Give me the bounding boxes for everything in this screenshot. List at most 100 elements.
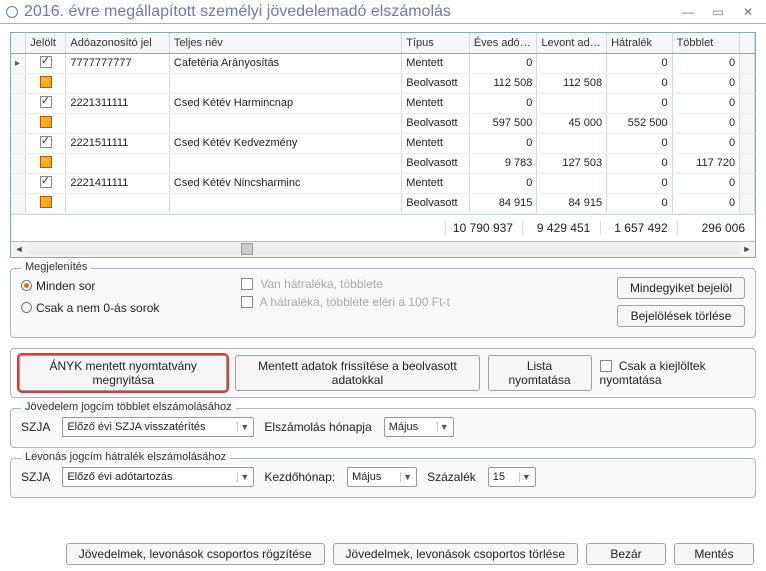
row-pointer [11, 73, 26, 93]
row-end [740, 153, 755, 173]
szja-deduct-select[interactable]: Előző évi adótartozás ▼ [62, 467, 254, 487]
cell-ado [66, 73, 169, 93]
table-row[interactable]: 7777777777Cafetéria ArányosításMentett00… [11, 53, 755, 73]
horizontal-scrollbar[interactable]: ◄ ► [11, 241, 755, 257]
radio-nonzero-label: Csak a nem 0-ás sorok [36, 301, 159, 315]
row-checkbox-cell[interactable] [26, 73, 66, 93]
cell-nev [169, 113, 401, 133]
cell-eves: 597 500 [469, 113, 537, 133]
row-checkbox-cell[interactable] [26, 173, 66, 193]
cell-tob: 0 [672, 53, 740, 73]
chevron-down-icon: ▼ [237, 472, 251, 482]
only-selected-checkbox[interactable]: Csak a kiejlöltek nyomtatása [600, 359, 747, 387]
start-month-select[interactable]: Május ▼ [347, 467, 417, 487]
radio-all-label: Minden sor [36, 279, 95, 293]
table-row[interactable]: 2221511111Csed Kétév KedvezményMentett00… [11, 133, 755, 153]
checkbox-icon [600, 360, 612, 372]
table-row[interactable]: Beolvasott597 50045 000552 5000 [11, 113, 755, 133]
percent-label: Százalék [427, 470, 476, 484]
print-list-button[interactable]: Lista nyomtatása [488, 355, 592, 391]
close-button[interactable]: ✕ [736, 4, 760, 20]
cell-lev: 127 503 [537, 153, 607, 173]
cell-eves: 9 783 [469, 153, 537, 173]
table-row[interactable]: 2221311111Csed Kétév HarmincnapMentett00… [11, 93, 755, 113]
settlement-month-value: Május [389, 421, 437, 433]
row-checkbox-cell[interactable] [26, 93, 66, 113]
cell-ado: 2221511111 [66, 133, 169, 153]
cell-tob: 0 [672, 133, 740, 153]
cell-eves: 84 915 [469, 193, 537, 213]
cell-tob: 0 [672, 193, 740, 213]
row-checkbox-cell[interactable] [26, 113, 66, 133]
total-hat: 1 657 492 [600, 221, 674, 235]
scroll-left-icon[interactable]: ◄ [11, 244, 27, 254]
cell-lev: 84 915 [537, 193, 607, 213]
income-topup-panel: Jövedelem jogcím többlet elszámolásához … [10, 408, 756, 448]
row-checkbox-cell[interactable] [26, 133, 66, 153]
cell-ado [66, 153, 169, 173]
cell-tipus: Beolvasott [402, 113, 470, 133]
col-tobblet[interactable]: Többlet [672, 33, 740, 53]
scroll-thumb[interactable] [241, 243, 253, 255]
action-row: ÁNYK mentett nyomtatvány megnyitása Ment… [10, 348, 756, 398]
open-anyk-button[interactable]: ÁNYK mentett nyomtatvány megnyitása [19, 355, 227, 391]
table-row[interactable]: Beolvasott84 91584 91500 [11, 193, 755, 213]
col-jelolt[interactable]: Jelölt [26, 33, 66, 53]
radio-all-rows[interactable]: Minden sor [21, 277, 221, 295]
group-delete-button[interactable]: Jövedelmek, levonások csoportos törlése [333, 543, 578, 565]
table-row[interactable]: 2221411111Csed Kétév NincsharmincMentett… [11, 173, 755, 193]
col-scroll [740, 33, 755, 53]
refresh-saved-button[interactable]: Mentett adatok frissítése a beolvasott a… [235, 355, 479, 391]
display-panel: Megjelenítés Minden sor Csak a nem 0-ás … [10, 268, 756, 338]
col-hatralek[interactable]: Hátralék [607, 33, 672, 53]
row-checkbox-cell[interactable] [26, 193, 66, 213]
data-grid[interactable]: Jelölt Adóazonosító jel Teljes név Típus… [10, 32, 756, 258]
maximize-button[interactable]: ▭ [706, 4, 730, 20]
row-end [740, 73, 755, 93]
row-pointer [11, 93, 26, 113]
cell-nev: Csed Kétév Harmincnap [169, 93, 401, 113]
settlement-month-select[interactable]: Május ▼ [384, 417, 454, 437]
total-tob: 296 006 [677, 221, 751, 235]
row-checkbox-cell[interactable] [26, 53, 66, 73]
cell-eves: 112 508 [469, 73, 537, 93]
checkbox-icon [40, 96, 52, 108]
row-checkbox-cell[interactable] [26, 153, 66, 173]
radio-nonzero-rows[interactable]: Csak a nem 0-ás sorok [21, 299, 221, 317]
cell-hat: 0 [607, 173, 672, 193]
row-pointer [11, 193, 26, 213]
group-record-button[interactable]: Jövedelmek, levonások csoportos rögzítés… [66, 543, 325, 565]
col-marker[interactable] [11, 33, 26, 53]
cell-lev [537, 93, 607, 113]
cell-hat: 0 [607, 133, 672, 153]
scroll-track[interactable] [27, 243, 739, 255]
table-row[interactable]: Beolvasott9 783127 5030117 720 [11, 153, 755, 173]
cell-eves: 0 [469, 173, 537, 193]
cell-hat: 0 [607, 153, 672, 173]
save-button[interactable]: Mentés [674, 543, 754, 565]
cell-hat: 0 [607, 73, 672, 93]
cell-ado [66, 113, 169, 133]
cell-ado: 7777777777 [66, 53, 169, 73]
col-levont[interactable]: Levont adóe. [537, 33, 607, 53]
col-teljesnev[interactable]: Teljes név [169, 33, 401, 53]
cell-tipus: Mentett [402, 53, 470, 73]
close-dialog-button[interactable]: Bezár [586, 543, 666, 565]
cell-nev: Csed Kétév Nincsharminc [169, 173, 401, 193]
grid-totals: 10 790 937 9 429 451 1 657 492 296 006 [11, 214, 755, 241]
percent-select[interactable]: 15 ▼ [488, 467, 536, 487]
col-adoazon[interactable]: Adóazonosító jel [66, 33, 169, 53]
minimize-button[interactable]: — [676, 4, 700, 20]
table-row[interactable]: Beolvasott112 508112 50800 [11, 73, 755, 93]
clear-selection-button[interactable]: Bejelölések törlése [617, 305, 745, 327]
cell-hat: 552 500 [607, 113, 672, 133]
start-month-value: Május [352, 471, 400, 483]
title-bar: 2016. évre megállapított személyi jövede… [0, 0, 766, 24]
row-pointer [11, 133, 26, 153]
col-evesadokot[interactable]: Éves adókot. [469, 33, 537, 53]
szja-topup-select[interactable]: Előző évi SZJA visszatérítés ▼ [62, 417, 254, 437]
row-pointer [11, 153, 26, 173]
scroll-right-icon[interactable]: ► [739, 244, 755, 254]
select-all-button[interactable]: Mindegyiket bejelöl [617, 277, 745, 299]
col-tipus[interactable]: Típus [402, 33, 470, 53]
